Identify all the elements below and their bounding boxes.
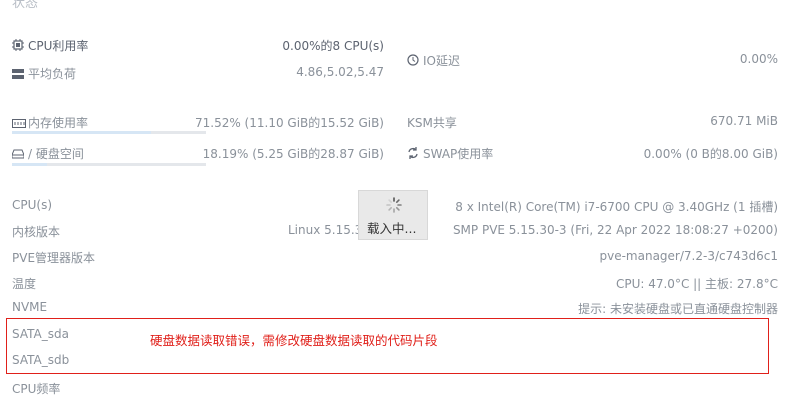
io-delay-label: IO延迟 xyxy=(407,52,460,69)
cpu-icon xyxy=(12,39,24,51)
hdd-icon xyxy=(11,148,25,159)
loading-text: 载入中... xyxy=(367,221,417,236)
disk-value: 18.19% (5.25 GiB的28.87 GiB) xyxy=(202,147,384,161)
memory-value: 71.52% (11.10 GiB的15.52 GiB) xyxy=(194,116,384,130)
memory-icon xyxy=(12,117,26,128)
cpu-usage-label-text: CPU利用率 xyxy=(28,39,89,53)
disk-label: / 硬盘空间 xyxy=(11,145,84,162)
swap-value: 0.00% (0 B的8.00 GiB) xyxy=(643,147,778,161)
cpu-model-label: CPU(s) xyxy=(12,198,53,212)
server-icon xyxy=(12,68,24,79)
temperature-value: CPU: 47.0°C || 主板: 27.8°C xyxy=(615,277,778,291)
cpu-usage-label: CPU利用率 xyxy=(12,37,88,54)
cpu-usage-value: 0.00%的8 CPU(s) xyxy=(282,39,384,53)
loading-spinner-icon xyxy=(386,197,402,213)
annotation-text: 硬盘数据读取错误，需修改硬盘数据读取的代码片段 xyxy=(150,333,438,348)
cpu-frequency-label: CPU频率 xyxy=(12,382,61,396)
panel-title: 状态 xyxy=(12,0,39,11)
temperature-label: 温度 xyxy=(12,277,37,291)
nvme-value: 提示: 未安装硬盘或已直通硬盘控制器 xyxy=(578,302,778,316)
refresh-icon xyxy=(407,147,419,159)
clock-icon xyxy=(407,54,419,66)
load-avg-value: 4.86,5.02,5.47 xyxy=(296,65,384,79)
disk-label-text: / 硬盘空间 xyxy=(28,147,84,161)
ksm-label: KSM共享 xyxy=(407,116,457,130)
nvme-label: NVME xyxy=(12,300,48,314)
io-delay-value: 0.00% xyxy=(739,52,778,66)
kernel-label: 内核版本 xyxy=(12,225,61,239)
loading-overlay: 载入中... xyxy=(358,190,428,240)
kernel-value: SMP PVE 5.15.30-3 (Fri, 22 Apr 2022 18:0… xyxy=(452,223,778,237)
pve-version-value: pve-manager/7.2-3/c743d6c1 xyxy=(599,249,779,263)
memory-usage-bar xyxy=(12,131,206,134)
memory-usage-bar-fill xyxy=(12,131,151,134)
memory-label: 内存使用率 xyxy=(12,114,88,131)
load-avg-label-text: 平均负荷 xyxy=(28,67,77,81)
disk-usage-bar xyxy=(12,163,206,166)
load-avg-label: 平均负荷 xyxy=(12,65,76,82)
swap-label-text: SWAP使用率 xyxy=(423,147,494,161)
cpu-model-value: 8 x Intel(R) Core(TM) i7-6700 CPU @ 3.40… xyxy=(455,200,778,214)
memory-label-text: 内存使用率 xyxy=(28,116,89,130)
io-delay-label-text: IO延迟 xyxy=(423,54,460,68)
ksm-value: 670.71 MiB xyxy=(710,114,778,128)
disk-usage-bar-fill xyxy=(12,163,48,166)
kernel-value-left: Linux 5.15.3 xyxy=(288,223,363,237)
swap-label: SWAP使用率 xyxy=(407,145,493,162)
pve-version-label: PVE管理器版本 xyxy=(12,251,96,265)
